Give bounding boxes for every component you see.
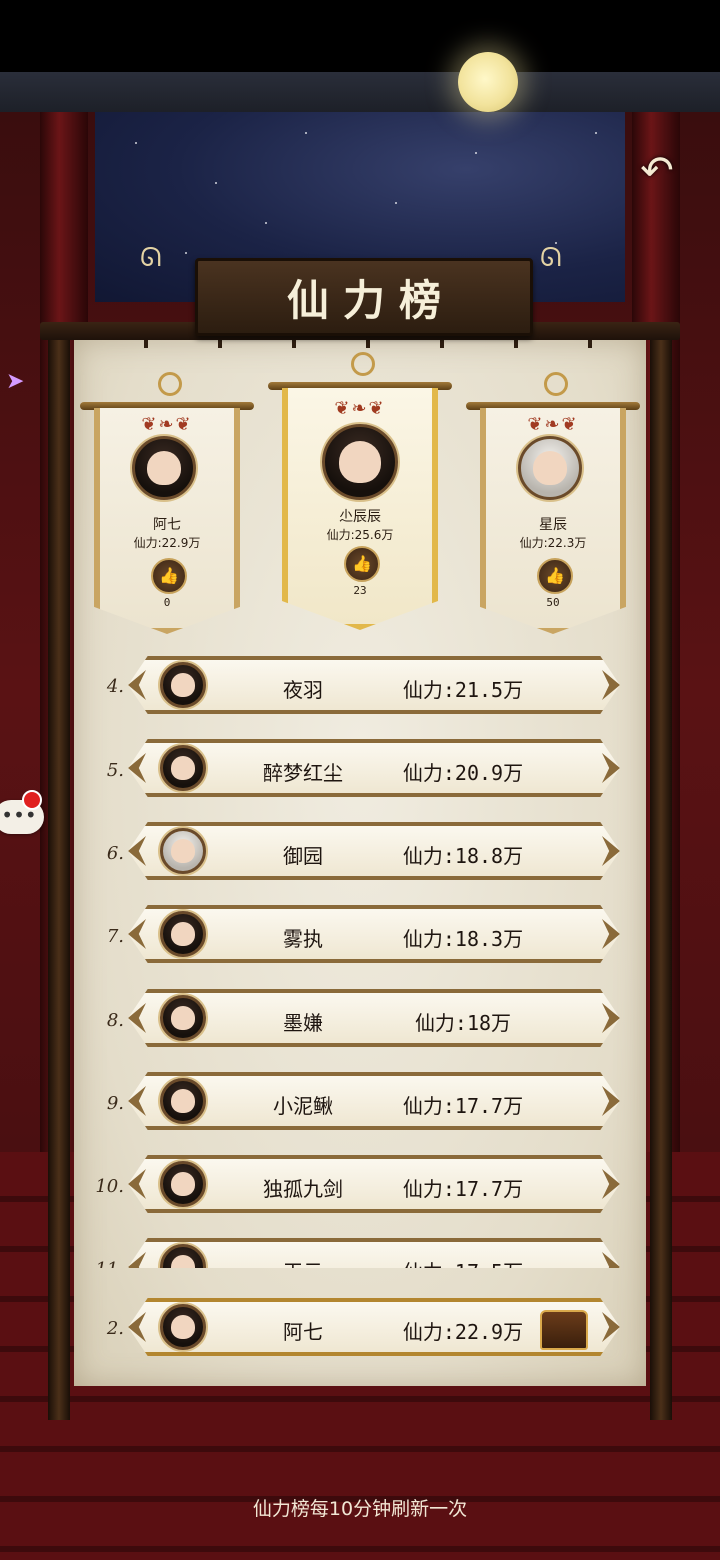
avatar[interactable] bbox=[160, 828, 206, 874]
back-arrow-icon: ↶ bbox=[640, 148, 674, 194]
avatar[interactable] bbox=[160, 662, 206, 708]
list-item[interactable]: 墨嫌 仙力:18万 bbox=[128, 989, 620, 1047]
moon-icon bbox=[458, 52, 518, 112]
title-plaque: 仙力榜 bbox=[195, 258, 533, 336]
player-name: 阿七 bbox=[283, 1320, 323, 1344]
notification-dot bbox=[22, 790, 42, 810]
rank-number: 9. bbox=[106, 1093, 124, 1114]
frame-post-left bbox=[48, 330, 70, 1420]
player-power: 仙力:18.3万 bbox=[402, 927, 524, 951]
banner-hook bbox=[544, 372, 568, 396]
player-name: 玉云 bbox=[238, 1256, 368, 1268]
list-item[interactable]: 御园 仙力:18.8万 bbox=[128, 822, 620, 880]
rank-number: 2. bbox=[106, 1318, 124, 1339]
player-name: 墨嫌 bbox=[283, 1011, 323, 1035]
avatar[interactable] bbox=[518, 436, 582, 500]
player-power: 仙力:20.9万 bbox=[402, 761, 524, 785]
like-count: 23 bbox=[353, 584, 367, 597]
avatar[interactable] bbox=[322, 424, 398, 500]
like-button[interactable]: 👍 bbox=[151, 558, 187, 594]
list-item[interactable]: 玉云 仙力:17.5万 bbox=[128, 1238, 620, 1268]
frame-post-right bbox=[650, 330, 672, 1420]
player-power: 仙力:22.9万 bbox=[402, 1320, 524, 1344]
ornament-icon: ❦❧❦ bbox=[527, 414, 579, 435]
podium-banner-rank1: ❦❧❦ 尐辰辰 仙力:25.6万 👍 23 bbox=[268, 352, 452, 630]
player-power: 仙力:17.5万 bbox=[388, 1256, 538, 1268]
player-name: 御园 bbox=[283, 844, 323, 868]
player-power: 仙力:22.9万 bbox=[133, 536, 201, 550]
avatar[interactable] bbox=[160, 1304, 206, 1350]
avatar[interactable] bbox=[132, 436, 196, 500]
podium-banner-rank3: ❦❧❦ 星辰 仙力:22.3万 👍 50 bbox=[466, 372, 640, 634]
thumbs-up-icon: 👍 bbox=[159, 566, 179, 585]
player-power: 仙力:22.3万 bbox=[519, 536, 587, 550]
rank-number: 10. bbox=[95, 1176, 124, 1197]
player-name: 星辰 bbox=[539, 517, 567, 533]
player-name: 小泥鳅 bbox=[273, 1094, 333, 1118]
rank-number: 4. bbox=[106, 676, 124, 697]
like-count: 50 bbox=[546, 596, 560, 609]
player-name: 独孤九剑 bbox=[263, 1177, 343, 1201]
like-count: 0 bbox=[163, 596, 171, 609]
ranking-list[interactable]: 4. 夜羽 仙力:21.5万 5. 醉梦红尘 仙力:20.9万 6. 御园 仙力… bbox=[74, 650, 646, 1268]
back-button[interactable]: ↶ bbox=[634, 148, 680, 194]
player-power: 仙力:18万 bbox=[414, 1011, 512, 1035]
rank-number: 11. bbox=[88, 1259, 124, 1268]
like-button[interactable]: 👍 bbox=[344, 546, 380, 582]
refresh-note: 仙力榜每10分钟刷新一次 bbox=[252, 1498, 468, 1520]
page-title: 仙力榜 bbox=[286, 275, 455, 325]
avatar[interactable] bbox=[160, 745, 206, 791]
avatar[interactable] bbox=[160, 1161, 206, 1207]
scroll-rod bbox=[74, 340, 646, 348]
list-item[interactable]: 独孤九剑 仙力:17.7万 bbox=[128, 1155, 620, 1213]
list-item[interactable]: 雾执 仙力:18.3万 bbox=[128, 905, 620, 963]
side-arrow-icon[interactable]: ➤ bbox=[6, 368, 24, 396]
chat-button[interactable]: ••• bbox=[0, 790, 44, 834]
player-power: 仙力:18.8万 bbox=[402, 844, 524, 868]
cloud-ornament-icon: ᘏ bbox=[540, 243, 562, 273]
player-name: 醉梦红尘 bbox=[263, 761, 343, 785]
thumbs-up-icon: 👍 bbox=[545, 566, 565, 585]
player-power: 仙力:25.6万 bbox=[326, 528, 394, 542]
thumbs-up-icon: 👍 bbox=[352, 554, 372, 573]
avatar[interactable] bbox=[160, 1078, 206, 1124]
podium-banner-rank2: ❦❧❦ 阿七 仙力:22.9万 👍 0 bbox=[80, 372, 254, 634]
player-power: 仙力:17.7万 bbox=[402, 1094, 524, 1118]
player-name: 夜羽 bbox=[283, 678, 323, 702]
avatar[interactable] bbox=[160, 911, 206, 957]
player-name: 阿七 bbox=[153, 517, 181, 533]
ornament-icon: ❦❧❦ bbox=[141, 414, 193, 435]
treasure-chest-icon[interactable] bbox=[540, 1310, 588, 1350]
rank-number: 6. bbox=[106, 843, 124, 864]
rank-number: 5. bbox=[106, 760, 124, 781]
player-power: 仙力:17.7万 bbox=[402, 1177, 524, 1201]
my-rank-row: 2. 阿七 仙力:22.9万 bbox=[74, 1290, 646, 1370]
avatar[interactable] bbox=[160, 1244, 206, 1268]
player-name: 雾执 bbox=[283, 927, 323, 951]
list-item[interactable]: 夜羽 仙力:21.5万 bbox=[128, 656, 620, 714]
ornament-icon: ❦❧❦ bbox=[334, 398, 386, 419]
status-bar bbox=[0, 0, 720, 72]
like-button[interactable]: 👍 bbox=[537, 558, 573, 594]
player-name: 尐辰辰 bbox=[339, 509, 381, 525]
list-item[interactable]: 醉梦红尘 仙力:20.9万 bbox=[128, 739, 620, 797]
rank-number: 7. bbox=[106, 926, 124, 947]
banner-hook bbox=[351, 352, 375, 376]
list-item[interactable]: 小泥鳅 仙力:17.7万 bbox=[128, 1072, 620, 1130]
cloud-ornament-icon: ᘏ bbox=[140, 243, 162, 273]
avatar[interactable] bbox=[160, 995, 206, 1041]
player-power: 仙力:21.5万 bbox=[402, 678, 524, 702]
my-rank-item[interactable]: 阿七 仙力:22.9万 bbox=[128, 1298, 620, 1356]
banner-hook bbox=[158, 372, 182, 396]
top-bar bbox=[0, 72, 720, 114]
rank-number: 8. bbox=[106, 1010, 124, 1031]
